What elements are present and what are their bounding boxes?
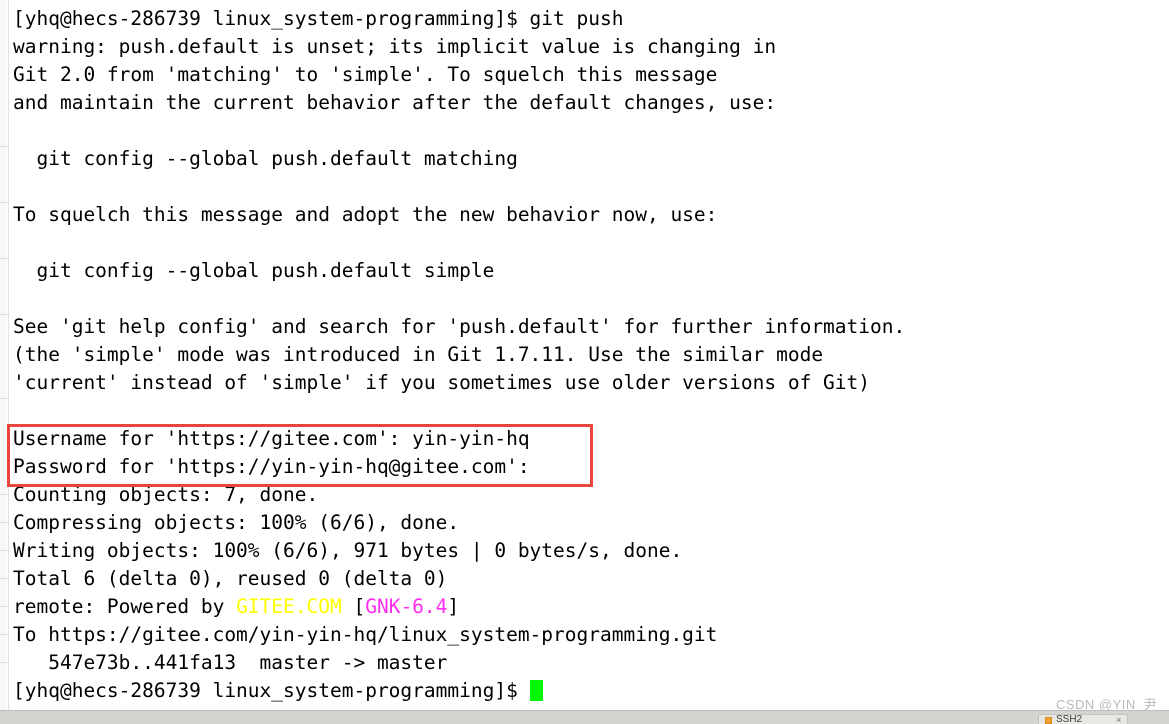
scrollbar-tick: [0, 146, 9, 147]
terminal-line: See 'git help config' and search for 'pu…: [13, 315, 906, 338]
scrollbar-tick: [0, 606, 9, 607]
terminal-line: Compressing objects: 100% (6/6), done.: [13, 511, 460, 534]
terminal-icon: [1045, 716, 1052, 724]
session-tab-label: SSH2: [1056, 715, 1083, 724]
scrollbar-track[interactable]: [1, 0, 8, 710]
remote-prefix: remote: Powered by: [13, 595, 237, 618]
terminal-line: warning: push.default is unset; its impl…: [13, 35, 777, 58]
terminal-line-username-prompt: Username for 'https://gitee.com': yin-yi…: [13, 427, 530, 450]
terminal-line: git config --global push.default simple: [13, 259, 495, 282]
terminal-line: [yhq@hecs-286739 linux_system-programmin…: [13, 7, 624, 30]
terminal-line-push-result: 547e73b..441fa13 master -> master: [13, 651, 448, 674]
scrollbar-tick: [0, 578, 9, 579]
scrollbar-tick: [0, 258, 9, 259]
gitee-brand-text: GITEE.COM: [236, 595, 342, 618]
scrollbar-tick: [0, 314, 9, 315]
terminal-line: git config --global push.default matchin…: [13, 147, 518, 170]
scrollbar-tick: [0, 398, 9, 399]
terminal-scrollbar[interactable]: [0, 0, 9, 710]
terminal-line-final-prompt: [yhq@hecs-286739 linux_system-programmin…: [13, 677, 1163, 705]
terminal-window[interactable]: [yhq@hecs-286739 linux_system-programmin…: [0, 0, 1169, 710]
terminal-line-to-url: To https://gitee.com/yin-yin-hq/linux_sy…: [13, 623, 718, 646]
terminal-line: (the 'simple' mode was introduced in Git…: [13, 343, 824, 366]
close-icon[interactable]: ×: [1116, 715, 1121, 724]
terminal-line-remote-powered-by: remote: Powered by GITEE.COM [GNK-6.4]: [13, 593, 1163, 621]
scrollbar-tick: [0, 522, 9, 523]
remote-suffix: ]: [447, 595, 460, 618]
terminal-line: Counting objects: 7, done.: [13, 483, 319, 506]
terminal-line: Writing objects: 100% (6/6), 971 bytes |…: [13, 539, 683, 562]
scrollbar-tick: [0, 202, 9, 203]
text-cursor[interactable]: [529, 680, 543, 701]
bottom-status-bar: SSH2 ×: [0, 710, 1169, 724]
terminal-line: Git 2.0 from 'matching' to 'simple'. To …: [13, 63, 718, 86]
shell-prompt: [yhq@hecs-286739 linux_system-programmin…: [13, 679, 530, 702]
scrollbar-tick: [0, 494, 9, 495]
terminal-line: To squelch this message and adopt the ne…: [13, 203, 718, 226]
terminal-line: 'current' instead of 'simple' if you som…: [13, 371, 871, 394]
scrollbar-tick: [0, 634, 9, 635]
terminal-line: Total 6 (delta 0), reused 0 (delta 0): [13, 567, 448, 590]
terminal-line: and maintain the current behavior after …: [13, 91, 777, 114]
gnk-version-text: GNK-6.4: [365, 595, 448, 618]
remote-mid: [: [341, 595, 366, 618]
terminal-output: [yhq@hecs-286739 linux_system-programmin…: [13, 5, 1163, 705]
scrollbar-tick: [0, 550, 9, 551]
session-tab-ssh2[interactable]: SSH2 ×: [1038, 714, 1129, 724]
scrollbar-tick: [0, 662, 9, 663]
terminal-line-password-prompt: Password for 'https://yin-yin-hq@gitee.c…: [13, 455, 530, 478]
